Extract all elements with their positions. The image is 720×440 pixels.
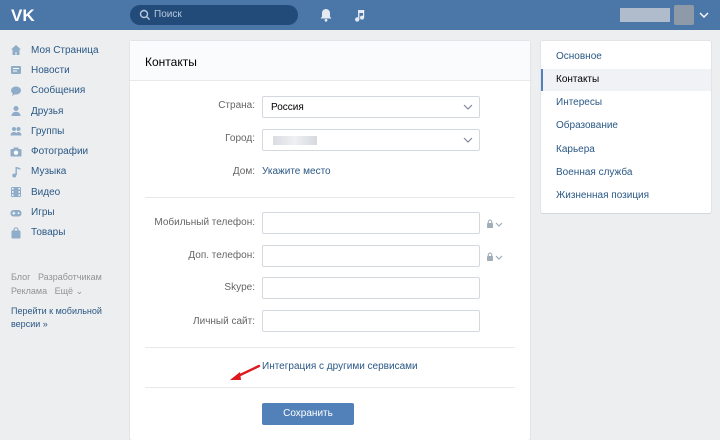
gamepad-icon — [10, 209, 22, 217]
avatar[interactable] — [674, 5, 694, 25]
menu-item-education[interactable]: Образование — [541, 115, 711, 137]
bell-icon[interactable] — [318, 7, 334, 23]
search-placeholder: Поиск — [154, 9, 182, 20]
nav-item-games[interactable]: Игры — [10, 202, 120, 222]
nav-item-label: Игры — [31, 207, 55, 219]
nav-item-messages[interactable]: Сообщения — [10, 81, 120, 101]
menu-item-life-position[interactable]: Жизненная позиция — [541, 185, 711, 207]
blog-link[interactable]: Блог — [11, 272, 30, 282]
chevron-down-icon — [463, 137, 473, 143]
top-bar: VK Поиск — [0, 0, 720, 30]
nav-item-label: Музыка — [31, 166, 67, 178]
nav-item-groups[interactable]: Группы — [10, 121, 120, 141]
nav-item-market[interactable]: Товары — [10, 223, 120, 243]
city-select[interactable] — [262, 129, 480, 151]
contacts-card: Контакты Страна: Россия Город: Дом: Укаж… — [130, 41, 530, 440]
nav-item-label: Сообщения — [31, 85, 86, 97]
vk-logo-icon[interactable]: VK — [11, 6, 37, 24]
country-value: Россия — [271, 102, 304, 113]
save-button[interactable]: Сохранить — [262, 403, 354, 425]
more-link[interactable]: Ещё — [55, 286, 73, 296]
page-title: Контакты — [145, 55, 197, 69]
city-value-blurred — [273, 136, 317, 145]
music-icon[interactable] — [352, 7, 368, 23]
left-nav: Моя Страница Новости Сообщения Друзья Гр… — [10, 40, 120, 243]
home-label: Дом: — [232, 166, 255, 177]
privacy-lock-icon[interactable] — [486, 252, 504, 262]
site-input[interactable] — [262, 310, 480, 332]
user-name-blurred[interactable] — [620, 8, 670, 22]
ads-link[interactable]: Реклама — [11, 286, 47, 296]
skype-label: Skype: — [224, 282, 255, 293]
divider — [145, 347, 515, 348]
menu-item-interests[interactable]: Интересы — [541, 92, 711, 114]
nav-item-label: Видео — [31, 186, 61, 198]
menu-item-military[interactable]: Военная служба — [541, 162, 711, 184]
nav-item-photos[interactable]: Фотографии — [10, 141, 120, 161]
site-label: Личный сайт: — [193, 316, 255, 327]
bag-icon — [11, 227, 21, 239]
nav-item-label: Друзья — [31, 105, 64, 117]
menu-item-career[interactable]: Карьера — [541, 139, 711, 161]
groups-icon — [10, 127, 22, 136]
developers-link[interactable]: Разработчикам — [38, 272, 102, 282]
skype-input[interactable] — [262, 277, 480, 299]
music-note-icon — [12, 166, 21, 178]
mobile-version-link[interactable]: Перейти к мобильной версии » — [11, 305, 123, 331]
home-icon — [11, 45, 21, 56]
search-input[interactable]: Поиск — [130, 5, 298, 25]
menu-item-contacts[interactable]: Контакты — [541, 69, 711, 91]
extra-phone-input[interactable] — [262, 245, 480, 267]
camera-icon — [10, 147, 22, 157]
video-icon — [11, 187, 21, 198]
chevron-down-icon[interactable] — [699, 11, 709, 19]
nav-item-news[interactable]: Новости — [10, 60, 120, 80]
nav-item-label: Товары — [31, 227, 66, 239]
nav-item-label: Новости — [31, 64, 70, 76]
nav-item-friends[interactable]: Друзья — [10, 101, 120, 121]
nav-footer-links: Блог Разработчикам Реклама Ещё ⌄ — [11, 270, 123, 298]
mobile-phone-label: Мобильный телефон: — [154, 217, 255, 228]
divider — [145, 387, 515, 388]
messages-icon — [11, 86, 21, 96]
country-select[interactable]: Россия — [262, 96, 480, 118]
search-icon — [139, 9, 151, 21]
chevron-down-icon — [463, 104, 473, 110]
integration-link[interactable]: Интеграция с другими сервисами — [262, 361, 418, 372]
chevron-down-icon: ⌄ — [75, 286, 84, 296]
privacy-lock-icon[interactable] — [486, 219, 504, 229]
nav-item-label: Фотографии — [31, 146, 89, 158]
nav-item-label: Моя Страница — [31, 44, 99, 56]
nav-item-music[interactable]: Музыка — [10, 162, 120, 182]
divider — [145, 197, 515, 198]
red-arrow-annotation — [230, 364, 261, 380]
card-header: Контакты — [130, 41, 530, 81]
nav-item-label: Группы — [31, 125, 65, 137]
nav-item-my-page[interactable]: Моя Страница — [10, 40, 120, 60]
country-label: Страна: — [218, 100, 255, 111]
news-icon — [11, 66, 21, 75]
friends-icon — [11, 106, 21, 117]
extra-phone-label: Доп. телефон: — [188, 250, 255, 261]
menu-item-main[interactable]: Основное — [541, 46, 711, 68]
nav-item-video[interactable]: Видео — [10, 182, 120, 202]
svg-text:VK: VK — [11, 6, 35, 24]
mobile-phone-input[interactable] — [262, 212, 480, 234]
settings-menu: Основное Контакты Интересы Образование К… — [541, 41, 711, 213]
home-place-link[interactable]: Укажите место — [262, 166, 331, 177]
city-label: Город: — [225, 133, 255, 144]
